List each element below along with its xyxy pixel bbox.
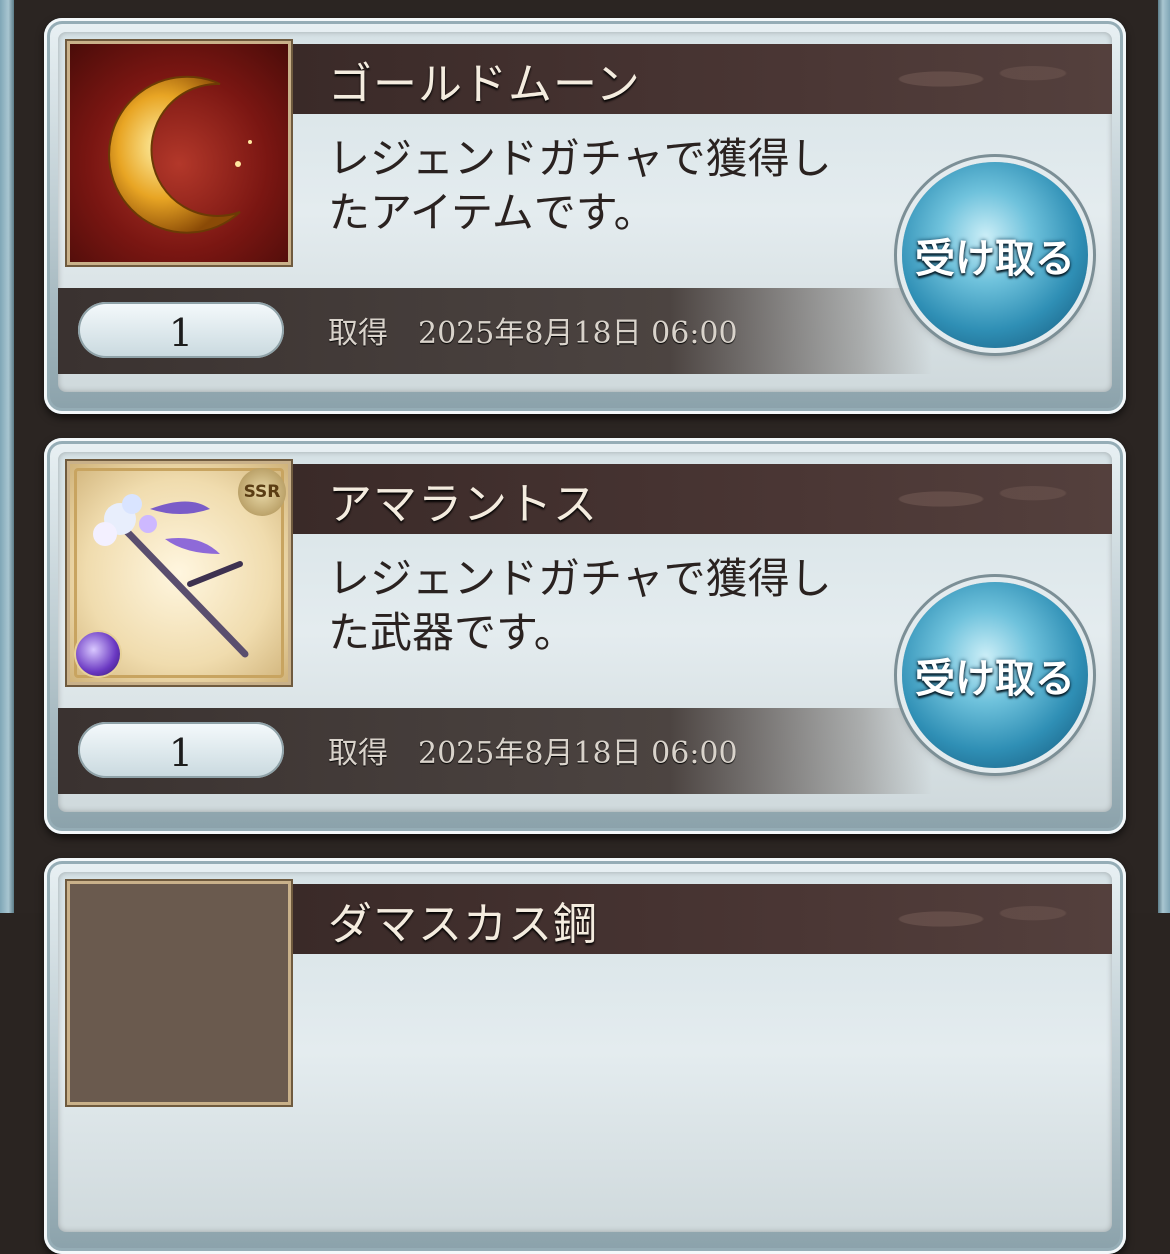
element-icon	[76, 632, 120, 676]
present-card-body: ゴールドムーン レジェンドガチャで獲得し たアイテムです。 1 取得 2025年…	[58, 32, 1112, 392]
receive-button-label: 受け取る	[915, 236, 1075, 282]
acquired-date: 取得 2025年8月18日 06:00	[328, 736, 738, 771]
item-count: 1	[78, 722, 284, 778]
left-frame	[0, 0, 14, 913]
present-card: SSR アマラントス レジェンドガチャで獲得し た武器です。 1 取得 2025…	[44, 438, 1126, 834]
item-count: 1	[78, 302, 284, 358]
rarity-badge: SSR	[238, 468, 286, 516]
receive-button[interactable]: 受け取る	[902, 582, 1088, 768]
receive-button[interactable]: 受け取る	[902, 162, 1088, 348]
item-description-line: レジェンドガチャで獲得し	[328, 134, 832, 183]
present-card: ダマスカス鋼	[44, 858, 1126, 1254]
receive-button-label: 受け取る	[915, 656, 1075, 702]
present-card: ゴールドムーン レジェンドガチャで獲得し たアイテムです。 1 取得 2025年…	[44, 18, 1126, 414]
amaranthus-weapon-icon: SSR	[70, 464, 288, 682]
item-description: レジェンドガチャで獲得し た武器です。	[328, 552, 868, 660]
present-card-body: SSR アマラントス レジェンドガチャで獲得し た武器です。 1 取得 2025…	[58, 452, 1112, 812]
damascus-steel-icon	[70, 884, 288, 1102]
item-name: アマラントス	[328, 479, 598, 530]
present-card-body: ダマスカス鋼	[58, 872, 1112, 1232]
gold-moon-icon	[70, 44, 288, 262]
item-description-line: た武器です。	[328, 608, 576, 657]
item-description-line: レジェンドガチャで獲得し	[328, 554, 832, 603]
item-description-line: たアイテムです。	[328, 188, 656, 237]
item-name: ゴールドムーン	[328, 59, 641, 110]
item-name: ダマスカス鋼	[328, 899, 598, 950]
present-list[interactable]: ゴールドムーン レジェンドガチャで獲得し たアイテムです。 1 取得 2025年…	[14, 0, 1158, 1254]
item-description: レジェンドガチャで獲得し たアイテムです。	[328, 132, 868, 240]
acquired-date: 取得 2025年8月18日 06:00	[328, 316, 738, 351]
right-frame	[1158, 0, 1170, 913]
